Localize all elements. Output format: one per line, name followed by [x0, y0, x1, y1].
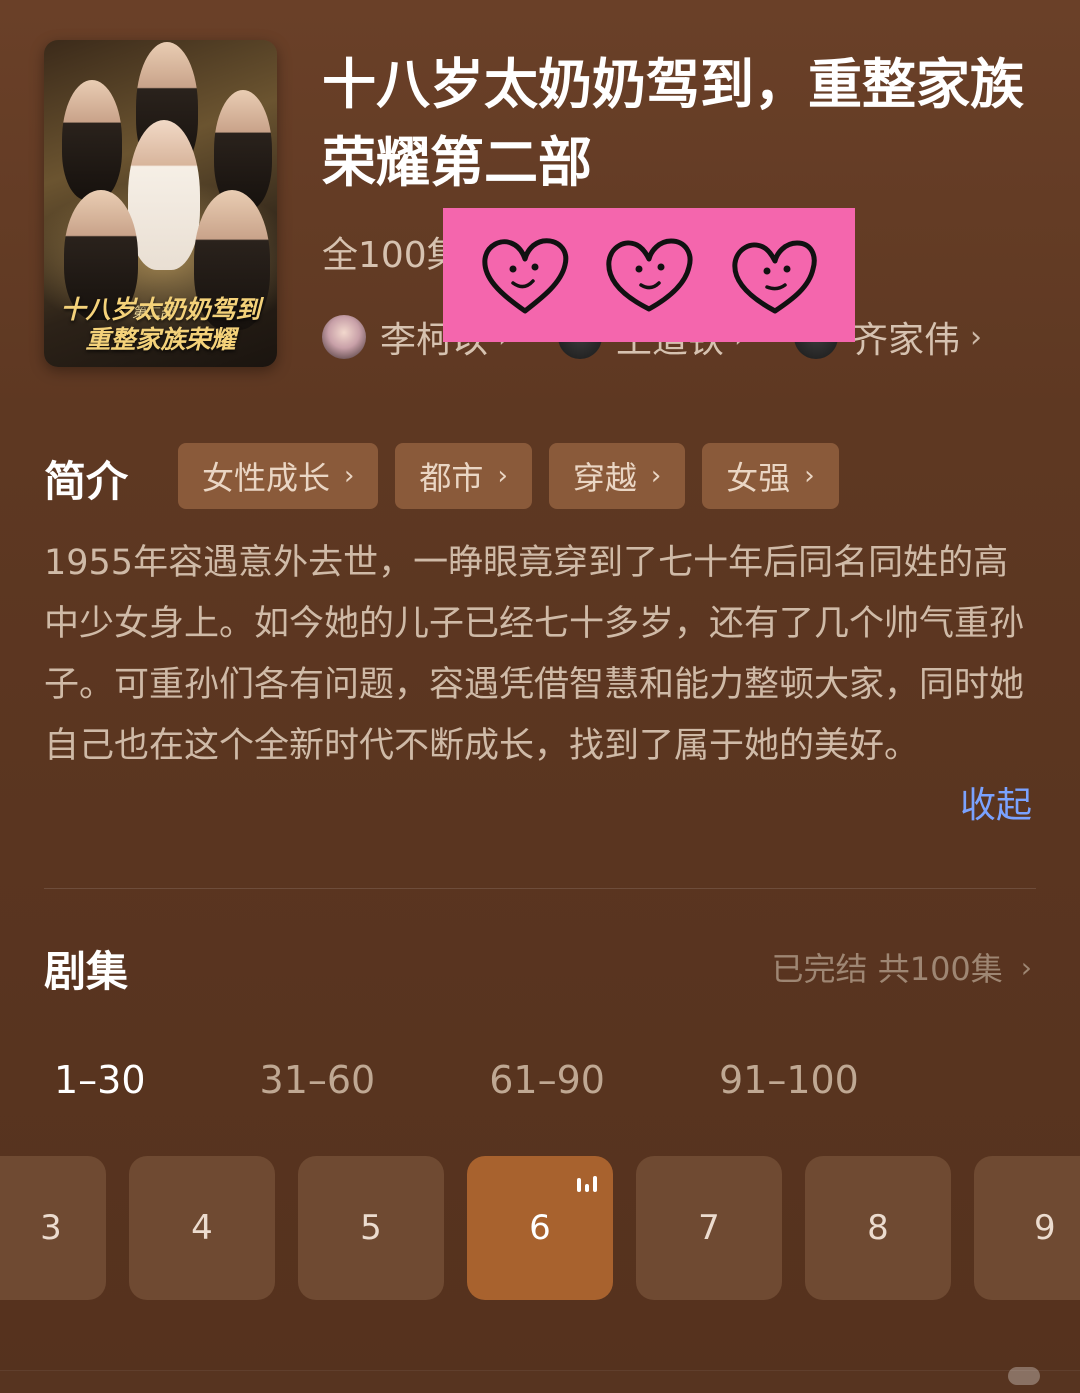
bottom-bar [0, 1370, 1080, 1393]
poster-figure [62, 80, 122, 200]
chevron-right-icon: › [650, 461, 662, 491]
genre-tag[interactable]: 女强 › [702, 443, 839, 509]
heart-face-icon [732, 240, 817, 314]
poster-title-art: 十八岁太奶奶驾到 重整家族荣耀 [60, 295, 261, 354]
heart-face-icon [482, 238, 569, 314]
heart-face-icon [606, 238, 693, 312]
tag-label: 女性成长 [202, 459, 331, 497]
episode-button-current[interactable]: 6 [467, 1156, 613, 1300]
cast-name: 齐家伟 [852, 320, 961, 361]
drama-detail-page: 第二部 十八岁太奶奶驾到 重整家族荣耀 十八岁太奶奶驾到，重整家族荣耀第二部 全… [0, 0, 1080, 1393]
tab-range-31-60[interactable]: 31–60 [260, 1058, 376, 1102]
chevron-right-icon: › [497, 461, 508, 491]
genre-tag[interactable]: 都市 › [395, 443, 532, 509]
episode-button[interactable]: 5 [298, 1156, 444, 1300]
chevron-right-icon: › [970, 319, 983, 355]
now-playing-icon [577, 1176, 597, 1192]
episode-number: 8 [867, 1208, 889, 1248]
watermark [1008, 1367, 1040, 1385]
episode-button[interactable]: 3 [0, 1156, 106, 1300]
episodes-heading: 剧集 [44, 947, 129, 996]
episode-button[interactable]: 8 [805, 1156, 951, 1300]
drama-poster[interactable]: 第二部 十八岁太奶奶驾到 重整家族荣耀 [44, 40, 277, 367]
intro-heading: 简介 [44, 457, 129, 506]
episode-number: 4 [191, 1208, 213, 1248]
tab-range-1-30[interactable]: 1–30 [54, 1058, 146, 1102]
episode-status[interactable]: 已完结 共100集 › [772, 944, 1032, 990]
episode-button[interactable]: 7 [636, 1156, 782, 1300]
divider [44, 888, 1036, 889]
episode-number: 6 [529, 1208, 551, 1248]
genre-tags: 女性成长 › 都市 › 穿越 › 女强 › [178, 443, 856, 509]
genre-tag[interactable]: 穿越 › [548, 443, 686, 509]
synopsis-text: 1955年容遇意外去世，一睁眼竟穿到了七十年后同名同姓的高中少女身上。如今她的儿… [44, 543, 1025, 766]
collapse-link[interactable]: 收起 [960, 776, 1032, 828]
chevron-right-icon: › [1020, 950, 1032, 984]
episode-number: 3 [40, 1208, 62, 1248]
tag-label: 女强 [726, 459, 791, 497]
episode-button[interactable]: 4 [129, 1156, 275, 1300]
drama-title: 十八岁太奶奶驾到，重整家族荣耀第二部 [322, 53, 1024, 194]
chevron-right-icon: › [804, 461, 815, 491]
episode-number: 5 [360, 1208, 382, 1248]
status-text: 已完结 共100集 [771, 950, 1003, 988]
episode-grid: 3 4 5 6 7 8 9 [0, 1156, 1080, 1300]
tab-range-91-100[interactable]: 91–100 [719, 1058, 859, 1102]
heart-sticker-overlay [443, 208, 855, 342]
episode-button[interactable]: 9 [974, 1156, 1080, 1300]
poster-figure [128, 120, 200, 270]
episode-range-tabs: 1–30 31–60 61–90 91–100 [54, 1058, 859, 1102]
episode-count: 全100集 [322, 235, 463, 276]
tag-label: 都市 [419, 459, 484, 497]
chevron-right-icon: › [344, 461, 355, 491]
episode-number: 9 [1034, 1208, 1056, 1248]
genre-tag[interactable]: 女性成长 › [178, 443, 379, 509]
episode-number: 7 [698, 1208, 720, 1248]
avatar [322, 315, 366, 359]
tab-range-61-90[interactable]: 61–90 [489, 1058, 605, 1102]
tag-label: 穿越 [572, 459, 637, 497]
